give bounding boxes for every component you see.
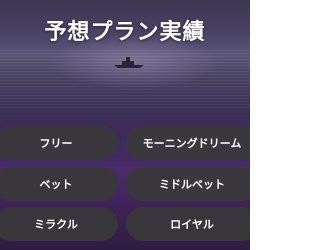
plan-button-free[interactable]: フリー [0, 126, 118, 160]
boat-silhouette-icon [114, 57, 144, 68]
plan-button-morning-dream[interactable]: モーニングドリーム [126, 126, 250, 160]
plan-results-screen: 予想プラン実績 フリー モーニングドリーム ベット ミドルベット ミラクル ロイ… [0, 0, 250, 250]
plan-button-miracle[interactable]: ミラクル [0, 207, 118, 241]
plan-button-middle-bet[interactable]: ミドルベット [126, 167, 250, 201]
plan-button-bet[interactable]: ベット [0, 167, 118, 201]
page-title: 予想プラン実績 [44, 20, 206, 45]
plan-button-royal[interactable]: ロイヤル [126, 207, 250, 241]
